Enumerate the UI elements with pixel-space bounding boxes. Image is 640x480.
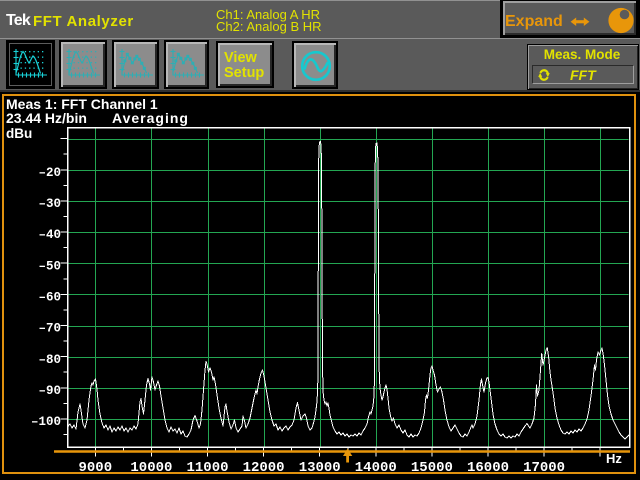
svg-text:12000: 12000 (243, 460, 285, 476)
svg-text:–100: –100 (31, 415, 61, 429)
svg-text:13000: 13000 (299, 460, 341, 476)
svg-text:–60: –60 (38, 291, 61, 305)
svg-text:16000: 16000 (467, 460, 509, 476)
svg-text:17000: 17000 (523, 460, 565, 476)
svg-text:9000: 9000 (78, 460, 112, 476)
svg-text:15000: 15000 (411, 460, 453, 476)
svg-text:Hz: Hz (606, 451, 622, 466)
svg-text:–30: –30 (38, 197, 61, 211)
svg-text:–80: –80 (38, 353, 61, 367)
svg-text:–70: –70 (38, 322, 61, 336)
svg-text:11000: 11000 (186, 460, 228, 476)
svg-text:14000: 14000 (355, 460, 397, 476)
svg-text:–90: –90 (38, 384, 61, 398)
svg-text:10000: 10000 (130, 460, 172, 476)
svg-text:–50: –50 (38, 259, 61, 273)
svg-text:–40: –40 (38, 228, 61, 242)
svg-text:–20: –20 (38, 166, 61, 180)
